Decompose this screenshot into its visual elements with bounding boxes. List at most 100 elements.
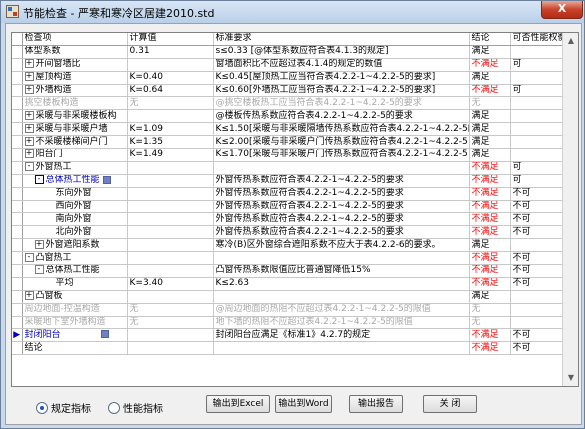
table-row[interactable]: + 不采暖楼梯间户门 K=1.35 K≤2.00[采暖与非采暖户门传热系数应符合表4.… [12, 135, 563, 150]
vertical-scrollbar[interactable]: ▲ ▼ [562, 33, 578, 386]
table-row[interactable]: 东向外窗 外窗传热系数应符合表4.2.2-1~4.2.2-5的要求 不满足 不可 [12, 187, 563, 201]
cell-item[interactable]: 挑空楼板构造 [22, 96, 128, 111]
table-row[interactable]: + 开间窗墙比 窗墙面积比不应超过表4.1.4的规定的数值 不满足可 [12, 58, 563, 72]
cell-result: 无 [469, 316, 511, 330]
scroll-up-icon[interactable]: ▲ [563, 33, 578, 49]
item-label: 外窗热工 [35, 162, 72, 173]
cell-item[interactable]: + 开间窗墙比 [22, 58, 128, 72]
cell-tradeoff: 可 [510, 161, 563, 175]
close-button[interactable]: 关 闭 [423, 395, 477, 413]
cell-item[interactable]: 西向外窗 [22, 200, 128, 214]
collapse-icon[interactable]: - [24, 162, 34, 172]
cell-tradeoff [510, 109, 563, 124]
dialog-client: 检查项 计算值 标准要求 结论 可否性能权衡 体型系数 0.31 s≤0.33 [@… [5, 23, 582, 425]
scroll-down-icon[interactable]: ▼ [563, 370, 578, 386]
export-word-button[interactable]: 输出到Word [275, 395, 332, 413]
cell-requirement: @楼板传热系数应符合表4.2.2-1~4.2.2-5的要求 [213, 109, 470, 124]
cell-item[interactable]: + 不采暖楼梯间户门 [22, 135, 128, 150]
cell-item[interactable]: + 采暖与非采暖户墙 [22, 122, 128, 137]
table-row[interactable]: 采暖地下室外墙构造 无地下墙的热阻不应超过表4.2.2-1~4.2.2-5的限值无 [12, 316, 563, 330]
expand-icon[interactable]: + [24, 110, 34, 120]
cell-tradeoff [510, 135, 563, 150]
table-row[interactable]: 南向外窗 外窗传热系数应符合表4.2.2-1~4.2.2-5的要求 不满足 不可 [12, 212, 563, 227]
expand-icon[interactable]: + [24, 59, 34, 69]
cell-item[interactable]: 平均 [22, 277, 128, 291]
table-row[interactable]: - 总体热工性能 凸窗传热系数限值应比普通窗降低15% 不满足 不可 [12, 264, 563, 278]
cell-item[interactable]: 封闭阳台 [22, 328, 128, 343]
cell-tradeoff: 不可 [510, 264, 563, 278]
cell-item[interactable]: + 阳台门 [22, 148, 128, 162]
cell-tradeoff: 不可 [510, 251, 563, 266]
table-row[interactable]: + 采暖与非采暖户墙 K=1.09 K≤1.50[采暖与非采暖隔墙传热系数应符合表4.… [12, 122, 563, 137]
cell-value: 无 [127, 303, 214, 317]
table-row[interactable]: - 凸窗热工 不满足 不可 [12, 251, 563, 266]
expand-icon[interactable]: + [24, 72, 34, 82]
cell-item[interactable]: + 采暖与非采暖楼板构 [22, 109, 128, 124]
item-label: 封闭阳台 [24, 329, 61, 340]
table-row[interactable]: - 总体热工性能 外窗传热系数应符合表4.2.2-1~4.2.2-5的要求 不满足可 [12, 174, 563, 188]
col-header-requirement[interactable]: 标准要求 [213, 33, 470, 46]
expand-icon[interactable]: + [34, 239, 44, 249]
cell-item[interactable]: - 外窗热工 [22, 161, 128, 175]
cell-item[interactable]: 周边地面-控温构造 [22, 303, 128, 317]
item-label: 外窗遮阳系数 [45, 239, 100, 250]
table-row[interactable]: + 采暖与非采暖楼板构 @楼板传热系数应符合表4.2.2-1~4.2.2-5的要求满… [12, 109, 563, 124]
table-row[interactable]: 结论 不满足 不可 [12, 341, 563, 356]
expand-icon[interactable]: + [24, 136, 34, 146]
table-row[interactable]: + 凸窗板 满足 [12, 290, 563, 304]
radio-dot-selected [36, 401, 48, 414]
table-row[interactable]: - 外窗热工 不满足可 [12, 161, 563, 175]
cell-item[interactable]: + 凸窗板 [22, 290, 128, 304]
row-indicator [12, 264, 23, 278]
item-label: 总体热工性能 [45, 265, 100, 276]
expand-icon[interactable]: + [24, 291, 34, 301]
table-row[interactable]: + 阳台门 K=1.49 K≤1.70[采暖与非采暖户门传热系数应符合表4.2.2-1… [12, 148, 563, 162]
cell-item[interactable]: 南向外窗 [22, 212, 128, 227]
cell-item[interactable]: 结论 [22, 341, 128, 356]
col-header-tradeoff[interactable]: 可否性能权衡 [510, 33, 563, 46]
table-row[interactable]: 平均 K=3.40 K≤2.63 不满足 不可 [12, 277, 563, 291]
table-row[interactable]: + 外窗遮阳系数 寒冷(B)区外窗综合遮阳系数不应大于表4.2.2-6的要求。 满足 [12, 238, 563, 253]
cell-item[interactable]: 采暖地下室外墙构造 [22, 316, 128, 330]
table-row[interactable]: 体型系数 0.31 s≤0.33 [@体型系数应符合表4.1.3的规定] 满足 [12, 45, 563, 59]
cell-requirement [213, 251, 470, 266]
cell-item[interactable]: - 总体热工性能 [22, 264, 128, 278]
details-icon[interactable] [100, 330, 109, 339]
table-row[interactable]: 西向外窗 外窗传热系数应符合表4.2.2-1~4.2.2-5的要求 不满足 不可 [12, 200, 563, 214]
table-row[interactable]: 挑空楼板构造 无 @挑空楼板热工应当符合表4.2.2-1~4.2.2-5的要求无 [12, 96, 563, 111]
cell-requirement: 地下墙的热阻不应超过表4.2.2-1~4.2.2-5的限值 [213, 316, 470, 330]
cell-tradeoff: 不可 [510, 225, 563, 240]
col-header-result[interactable]: 结论 [469, 33, 511, 46]
table-row[interactable]: 周边地面-控温构造 无 @周边地面的热阻不应超过表4.2.2-1~4.2.2-5的限… [12, 303, 563, 317]
cell-item[interactable]: + 屋顶构造 [22, 71, 128, 85]
output-report-button[interactable]: 输出报告 [349, 395, 403, 413]
radio-spec-indicator[interactable]: 规定指标 [36, 400, 91, 415]
item-label: 凸窗板 [35, 291, 63, 302]
col-header-value[interactable]: 计算值 [127, 33, 214, 46]
radio-perf-indicator[interactable]: 性能指标 [108, 400, 163, 415]
table-row[interactable]: 北向外窗 外窗传热系数应符合表4.2.2-1~4.2.2-5的要求 不满足 不可 [12, 225, 563, 240]
col-header-item[interactable]: 检查项 [22, 33, 128, 46]
cell-item[interactable]: - 总体热工性能 [22, 174, 128, 188]
cell-item[interactable]: 北向外窗 [22, 225, 128, 240]
expand-icon[interactable]: + [24, 149, 34, 159]
cell-requirement [213, 161, 470, 175]
window-close-button[interactable]: X [541, 1, 583, 19]
cell-item[interactable]: + 外窗遮阳系数 [22, 238, 128, 253]
export-excel-button[interactable]: 输出到Excel [206, 395, 270, 413]
table-row[interactable]: + 外墙构造 K=0.64 K≤0.60[外墙热工应当符合表4.2.2-1~4.2.2… [12, 84, 563, 98]
collapse-icon[interactable]: - [34, 265, 44, 275]
cell-item[interactable]: - 凸窗热工 [22, 251, 128, 266]
cell-item[interactable]: 东向外窗 [22, 187, 128, 201]
cell-requirement: K≤2.00[采暖与非采暖户门传热系数应符合表4.2.2-1~4.2.2-5 [213, 135, 470, 150]
expand-icon[interactable]: + [24, 85, 34, 94]
cell-item[interactable]: + 外墙构造 [22, 84, 128, 98]
table-row[interactable]: ▶ 封闭阳台 封闭阳台应满足《标准1》4.2.7的规定 不满足 不可 [12, 328, 563, 343]
expand-icon[interactable]: + [24, 123, 34, 133]
collapse-icon[interactable]: - [24, 252, 34, 262]
collapse-icon[interactable]: - [34, 175, 44, 185]
details-icon[interactable] [102, 175, 111, 184]
cell-tradeoff: 不可 [510, 187, 563, 201]
cell-item[interactable]: 体型系数 [22, 45, 128, 59]
table-row[interactable]: + 屋顶构造 K=0.40 K≤0.45[屋顶热工应当符合表4.2.2-1~4.2.2… [12, 71, 563, 85]
